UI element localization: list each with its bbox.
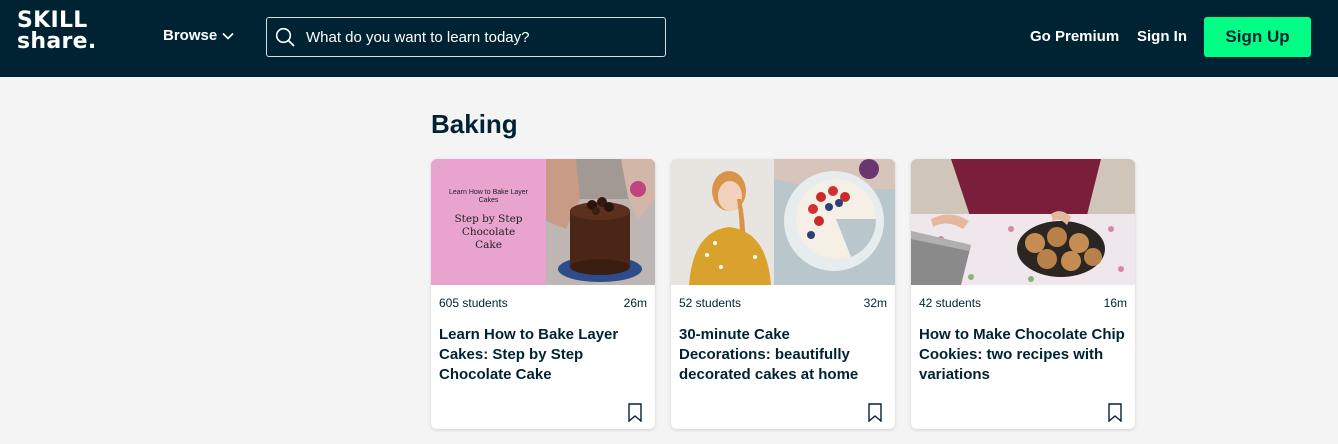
student-count: 605 students [439,296,508,310]
class-thumbnail [911,159,1135,285]
browse-label: Browse [163,27,218,44]
class-meta: 605 students 26m [439,296,647,310]
student-count: 52 students [679,296,742,310]
class-duration: 26m [623,296,647,310]
class-title[interactable]: How to Make Chocolate Chip Cookies: two … [919,325,1125,385]
bookmark-icon[interactable] [628,403,642,422]
thumbnail-caption-small: Learn How to Bake Layer Cakes [449,189,528,204]
logo-line-2: share. [17,29,97,54]
thumbnail-caption-large: Step by Step Chocolate Cake [454,213,523,251]
section-title: Baking [431,109,518,139]
chevron-down-icon [222,32,234,40]
sign-up-button[interactable]: Sign Up [1204,17,1311,57]
cake-decoration-photo [671,159,895,285]
search-input[interactable] [306,28,646,46]
class-card[interactable]: 52 students 32m 30-minute Cake Decoratio… [671,159,895,429]
class-duration: 16m [1103,296,1127,310]
sign-in-link[interactable]: Sign In [1137,28,1187,45]
student-count: 42 students [919,296,982,310]
class-title[interactable]: 30-minute Cake Decorations: beautifully … [679,325,885,385]
top-navbar: SKILL share. Browse Go Premium Sign In S… [0,0,1338,77]
bookmark-icon[interactable] [1108,403,1122,422]
browse-menu-button[interactable]: Browse [163,27,234,44]
class-meta: 52 students 32m [679,296,887,310]
chocolate-chip-cookies-photo [911,159,1135,285]
class-title[interactable]: Learn How to Bake Layer Cakes: Step by S… [439,325,645,385]
class-thumbnail: Learn How to Bake Layer Cakes Step by St… [431,159,655,285]
chocolate-cake-photo [546,159,655,285]
go-premium-link[interactable]: Go Premium [1030,28,1119,45]
skillshare-logo[interactable]: SKILL share. [17,8,97,54]
class-card[interactable]: Learn How to Bake Layer Cakes Step by St… [431,159,655,429]
search-box[interactable] [266,17,666,57]
class-meta: 42 students 16m [919,296,1127,310]
logo-line-1: SKILL [17,8,88,33]
bookmark-icon[interactable] [868,403,882,422]
search-icon [275,27,295,47]
class-thumbnail [671,159,895,285]
class-duration: 32m [863,296,887,310]
class-card[interactable]: 42 students 16m How to Make Chocolate Ch… [911,159,1135,429]
